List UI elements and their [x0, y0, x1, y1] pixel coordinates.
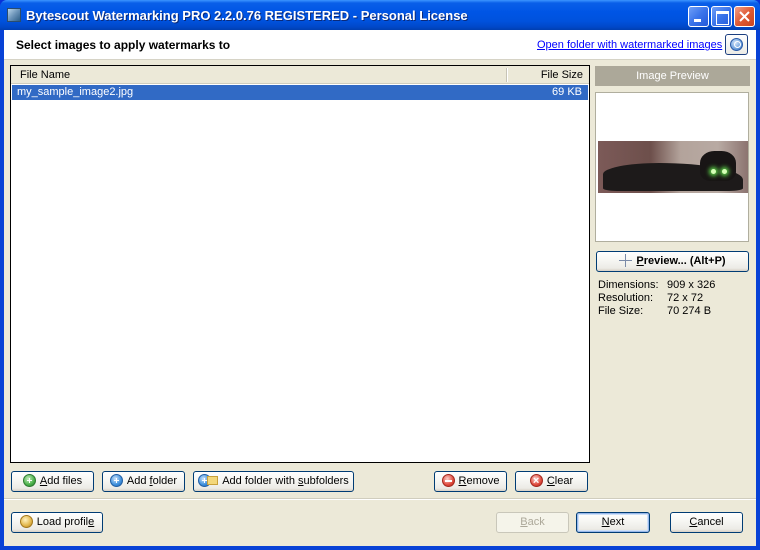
file-name-cell: my_sample_image2.jpg — [17, 86, 134, 98]
app-window: Bytescout Watermarking PRO 2.2.0.76 REGI… — [0, 0, 760, 550]
header-panel: Select images to apply watermarks to Ope… — [4, 30, 756, 60]
next-button[interactable]: Next — [576, 512, 650, 533]
column-header-file-size[interactable]: File Size — [541, 69, 583, 81]
app-icon — [7, 8, 21, 22]
add-folder-button[interactable]: Add folder — [102, 471, 185, 492]
minimize-button[interactable] — [688, 6, 709, 27]
remove-button[interactable]: Remove — [434, 471, 507, 492]
preview-button[interactable]: Preview... (Alt+P) — [596, 251, 749, 272]
cancel-button[interactable]: Cancel — [670, 512, 743, 533]
resolution-value: 72 x 72 — [667, 292, 704, 304]
move-icon — [619, 253, 633, 267]
dimensions-label: Dimensions: — [598, 279, 659, 291]
column-divider[interactable] — [506, 68, 508, 82]
client-area: Select images to apply watermarks to Ope… — [4, 30, 756, 546]
close-button[interactable] — [734, 6, 755, 27]
clear-button[interactable]: Clear — [515, 471, 588, 492]
image-preview-title: Image Preview — [595, 66, 750, 86]
column-header-file-name[interactable]: File Name — [20, 69, 70, 81]
remove-icon — [441, 473, 455, 487]
file-size-value: 70 274 B — [667, 305, 712, 317]
table-row[interactable]: my_sample_image2.jpg 69 KB — [12, 85, 588, 100]
window-title: Bytescout Watermarking PRO 2.2.0.76 REGI… — [26, 8, 468, 23]
load-profile-button[interactable]: Load profile — [11, 512, 103, 533]
open-folder-link[interactable]: Open folder with watermarked images — [537, 39, 722, 51]
list-header: File Name File Size — [11, 66, 589, 84]
clear-icon — [529, 472, 543, 491]
help-icon — [730, 38, 743, 51]
close-icon — [739, 11, 750, 22]
file-size-cell: 69 KB — [552, 86, 582, 98]
page-title: Select images to apply watermarks to — [16, 38, 231, 52]
add-files-button[interactable]: Add files — [11, 471, 94, 492]
file-list[interactable]: File Name File Size my_sample_image2.jpg… — [10, 65, 590, 463]
back-button[interactable]: Back — [496, 512, 569, 533]
help-button[interactable] — [725, 34, 748, 55]
maximize-button[interactable] — [711, 6, 732, 27]
file-size-label: File Size: — [598, 305, 644, 317]
folder-icon — [207, 475, 219, 485]
image-thumbnail — [598, 141, 748, 193]
image-preview-box — [595, 92, 749, 242]
footer-divider — [4, 498, 756, 500]
add-folder-with-subfolders-button[interactable]: Add folder with subfolders — [193, 471, 354, 492]
add-icon — [22, 473, 36, 487]
add-folder-icon — [109, 473, 123, 487]
title-bar[interactable]: Bytescout Watermarking PRO 2.2.0.76 REGI… — [0, 0, 760, 30]
profile-icon — [19, 514, 33, 528]
dimensions-value: 909 x 326 — [667, 279, 716, 291]
resolution-label: Resolution: — [598, 292, 654, 304]
